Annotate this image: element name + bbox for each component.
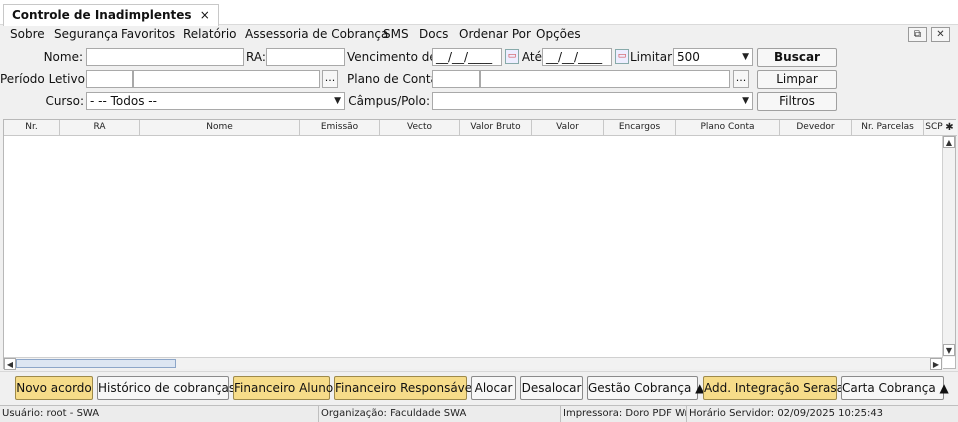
tab-bar: Controle de Inadimplentes × xyxy=(0,0,958,26)
ate-label: Até xyxy=(521,50,542,64)
menu-seguranca[interactable]: Segurança xyxy=(54,27,118,41)
table-header: Nr. RA Nome Emissão Vecto Valor Bruto Va… xyxy=(4,120,957,136)
campus-select[interactable]: ▼ xyxy=(432,92,753,110)
scroll-up-icon[interactable]: ▲ xyxy=(943,136,955,148)
col-ra[interactable]: RA xyxy=(60,120,140,136)
plano-conta-lookup-button[interactable]: ... xyxy=(733,70,749,88)
limitar-select[interactable]: 500 ▼ xyxy=(673,48,753,66)
gestao-cobranca-button[interactable]: Gestão Cobrança ▲ xyxy=(587,376,704,400)
alocar-button[interactable]: Alocar xyxy=(471,376,516,400)
novo-acordo-button[interactable]: Novo acordo xyxy=(15,376,93,400)
close-window-icon[interactable]: ✕ xyxy=(931,27,950,42)
col-nr-parcelas[interactable]: Nr. Parcelas xyxy=(852,120,924,136)
historico-cobrancas-button[interactable]: Histórico de cobranças xyxy=(97,376,235,400)
plano-conta-code-input[interactable] xyxy=(432,70,480,88)
limpar-button[interactable]: Limpar xyxy=(757,70,837,89)
carta-cobranca-button[interactable]: Carta Cobrança ▲ xyxy=(841,376,949,400)
tab-close-icon[interactable]: × xyxy=(200,8,210,22)
curso-value: - -- Todos -- xyxy=(90,94,157,108)
chevron-down-icon: ▼ xyxy=(742,96,749,106)
chevron-down-icon: ▼ xyxy=(742,52,749,62)
col-scp[interactable]: SCP xyxy=(924,120,944,136)
ra-label: RA: xyxy=(246,50,266,64)
menu-bar: Sobre Segurança Favoritos Relatório Asse… xyxy=(0,26,958,44)
col-nome[interactable]: Nome xyxy=(140,120,300,136)
curso-select[interactable]: - -- Todos -- ▼ xyxy=(86,92,345,110)
buscar-button[interactable]: Buscar xyxy=(757,48,837,67)
status-usuario: Usuário: root - SWA xyxy=(0,406,319,422)
add-integracao-serasa-button[interactable]: Add. Integração Serasa xyxy=(703,376,844,400)
col-valor-bruto[interactable]: Valor Bruto xyxy=(460,120,532,136)
col-encargos[interactable]: Encargos xyxy=(604,120,676,136)
campus-label: Câmpus/Polo: xyxy=(348,94,430,108)
menu-ordenar-por[interactable]: Ordenar Por xyxy=(459,27,531,41)
vencimento-to-input[interactable]: __/__/____ xyxy=(542,48,612,66)
calendar-to-icon[interactable]: ▭ xyxy=(615,49,629,64)
tab-controle-inadimplentes[interactable]: Controle de Inadimplentes × xyxy=(3,4,219,26)
col-emissao[interactable]: Emissão xyxy=(300,120,380,136)
scroll-right-icon[interactable]: ▶ xyxy=(930,358,942,370)
status-organizacao: Organização: Faculdade SWA xyxy=(319,406,561,422)
horizontal-scroll-thumb[interactable] xyxy=(16,359,176,368)
action-bar: Novo acordo Histórico de cobranças Finan… xyxy=(0,371,958,404)
financeiro-responsavel-button[interactable]: Financeiro Responsável xyxy=(334,376,476,400)
status-bar: Usuário: root - SWA Organização: Faculda… xyxy=(0,405,958,422)
inadimplentes-table[interactable]: Nr. RA Nome Emissão Vecto Valor Bruto Va… xyxy=(3,119,957,370)
menu-opcoes[interactable]: Opções xyxy=(536,27,581,41)
vencimento-from-input[interactable]: __/__/____ xyxy=(432,48,502,66)
menu-sms[interactable]: SMS xyxy=(383,27,409,41)
scroll-down-icon[interactable]: ▼ xyxy=(943,344,955,356)
nome-label: Nome: xyxy=(43,50,83,64)
periodo-letivo-code-input[interactable] xyxy=(86,70,133,88)
status-horario: Horário Servidor: 02/09/2025 10:25:43 xyxy=(689,408,884,419)
menu-sobre[interactable]: Sobre xyxy=(10,27,45,41)
periodo-letivo-desc-input[interactable] xyxy=(133,70,320,88)
limitar-label: Limitar: xyxy=(630,50,676,64)
calendar-from-icon[interactable]: ▭ xyxy=(505,49,519,64)
curso-label: Curso: xyxy=(45,94,84,108)
ra-input[interactable] xyxy=(266,48,345,66)
col-plano-conta[interactable]: Plano Conta xyxy=(676,120,780,136)
gear-icon[interactable]: ✱ xyxy=(943,120,956,136)
col-nr[interactable]: Nr. xyxy=(4,120,60,136)
col-valor[interactable]: Valor xyxy=(532,120,604,136)
plano-conta-label: Plano de Conta: xyxy=(347,72,442,86)
plano-conta-desc-input[interactable] xyxy=(480,70,730,88)
vencimento-label: Vencimento de: xyxy=(347,50,441,64)
periodo-letivo-lookup-button[interactable]: ... xyxy=(322,70,338,88)
chevron-down-icon: ▼ xyxy=(334,96,341,106)
horizontal-scrollbar[interactable]: ◀ ▶ xyxy=(4,357,943,370)
desalocar-button[interactable]: Desalocar xyxy=(520,376,583,400)
menu-favoritos[interactable]: Favoritos xyxy=(121,27,175,41)
periodo-letivo-label: Período Letivo: xyxy=(0,72,89,86)
col-devedor[interactable]: Devedor xyxy=(780,120,852,136)
filtros-button[interactable]: Filtros xyxy=(757,92,837,111)
vertical-scrollbar[interactable]: ▲ ▼ xyxy=(942,136,955,357)
financeiro-aluno-button[interactable]: Financeiro Aluno xyxy=(233,376,333,400)
status-impressora: Impressora: Doro PDF Wri... xyxy=(561,406,687,422)
menu-assessoria-cobranca[interactable]: Assessoria de Cobrança xyxy=(245,27,388,41)
scroll-left-icon[interactable]: ◀ xyxy=(4,358,16,370)
popout-icon[interactable]: ⧉ xyxy=(908,27,927,42)
tab-title: Controle de Inadimplentes xyxy=(12,8,192,22)
menu-docs[interactable]: Docs xyxy=(419,27,448,41)
nome-input[interactable] xyxy=(86,48,244,66)
limitar-value: 500 xyxy=(677,50,700,64)
menu-relatorio[interactable]: Relatório xyxy=(183,27,237,41)
col-vecto[interactable]: Vecto xyxy=(380,120,460,136)
